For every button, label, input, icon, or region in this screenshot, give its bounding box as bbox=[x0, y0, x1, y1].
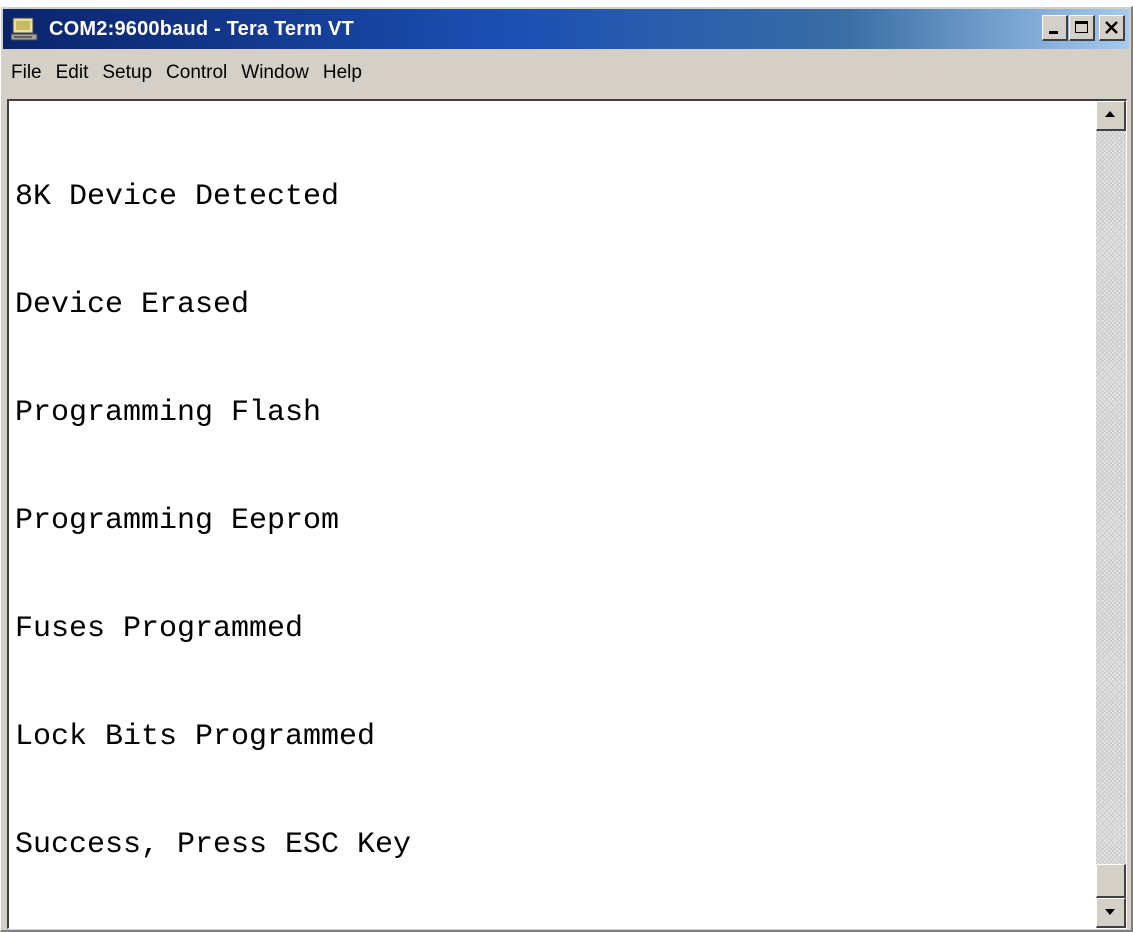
vertical-scrollbar[interactable] bbox=[1096, 101, 1126, 928]
close-icon bbox=[1105, 21, 1118, 34]
maximize-button[interactable] bbox=[1069, 15, 1095, 41]
terminal-line: Programming Flash bbox=[15, 396, 322, 430]
terminal-line: Lock Bits Programmed bbox=[15, 720, 376, 754]
minimize-icon bbox=[1049, 31, 1058, 34]
terminal-output-area[interactable]: 8K Device Detected Device Erased Program… bbox=[7, 99, 1127, 929]
arrow-up-icon bbox=[1105, 111, 1115, 117]
window-title: COM2:9600baud - Tera Term VT bbox=[49, 17, 354, 40]
tera-term-window: COM2:9600baud - Tera Term VT File Edit S… bbox=[0, 6, 1133, 932]
window-controls bbox=[1041, 15, 1125, 41]
maximize-icon bbox=[1075, 21, 1088, 33]
menu-bar: File Edit Setup Control Window Help bbox=[3, 53, 1129, 93]
menu-window[interactable]: Window bbox=[234, 62, 316, 84]
menu-help[interactable]: Help bbox=[316, 62, 369, 84]
minimize-button[interactable] bbox=[1042, 15, 1068, 41]
terminal-line: Success, Press ESC Key bbox=[15, 828, 412, 862]
terminal-lines: 8K Device Detected Device Erased Program… bbox=[15, 107, 412, 928]
scroll-down-button[interactable] bbox=[1096, 898, 1126, 928]
menu-setup[interactable]: Setup bbox=[95, 62, 159, 84]
menu-edit[interactable]: Edit bbox=[49, 62, 96, 84]
close-button[interactable] bbox=[1099, 15, 1125, 41]
title-bar[interactable]: COM2:9600baud - Tera Term VT bbox=[3, 9, 1129, 49]
scroll-thumb[interactable] bbox=[1096, 864, 1126, 898]
terminal-line: Device Erased bbox=[15, 288, 250, 322]
terminal-line: Programming Eeprom bbox=[15, 504, 340, 538]
terminal-line: 8K Device Detected bbox=[15, 180, 340, 214]
menu-control[interactable]: Control bbox=[159, 62, 234, 84]
scroll-up-button[interactable] bbox=[1096, 101, 1126, 131]
arrow-down-icon bbox=[1105, 909, 1115, 915]
terminal-app-icon bbox=[11, 17, 38, 41]
terminal-line: Fuses Programmed bbox=[15, 612, 304, 646]
menu-file[interactable]: File bbox=[3, 62, 49, 84]
